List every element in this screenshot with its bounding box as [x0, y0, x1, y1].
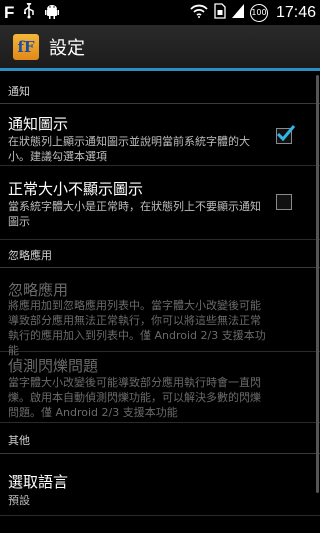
category-header: 其他 — [8, 434, 30, 447]
pref-title: 正常大小不顯示圖示 — [8, 180, 144, 198]
pref-notification-icon[interactable]: 通知圖示 在狀態列上顯示通知圖示並說明當前系統字體的大小。建議勾選本選項 — [0, 104, 320, 166]
clock: 17:46 — [275, 3, 316, 21]
app-notification-icon: F — [4, 2, 15, 22]
checkmark-icon — [276, 125, 296, 142]
pref-title: 選取語言 — [8, 473, 69, 491]
status-bar: F 100 17:46 — [0, 0, 320, 25]
wifi-icon — [190, 3, 208, 22]
preferences-list: 通知 通知圖示 在狀態列上顯示通知圖示並說明當前系統字體的大小。建議勾選本選項 … — [0, 71, 320, 533]
category-notification: 通知 — [0, 76, 320, 104]
sim-card-icon — [214, 2, 226, 23]
pref-title: 偵測閃爍問題 — [8, 357, 99, 375]
action-bar: fF 設定 — [0, 25, 320, 71]
app-logo-icon[interactable]: fF — [13, 33, 39, 60]
pref-summary: 將應用加到忽略應用列表中。當字體大小改變後可能導致部分應用無法正常執行，你可以將… — [8, 299, 266, 357]
category-header: 忽略應用 — [8, 249, 52, 262]
hide-when-normal-checkbox[interactable] — [276, 194, 292, 210]
pref-summary: 預設 — [8, 494, 30, 507]
battery-icon: 100 — [249, 3, 268, 22]
category-header: 通知 — [8, 85, 30, 98]
pref-summary: 當字體大小改變後可能導致部分應用執行時會一直閃爍。啟用本自動偵測閃爍功能，可以解… — [8, 376, 261, 419]
pref-hide-when-normal[interactable]: 正常大小不顯示圖示 當系統字體大小是正常時，在狀態列上不要顯示通知圖示 — [0, 166, 320, 240]
pref-select-language[interactable]: 選取語言 預設 — [0, 454, 320, 516]
pref-title: 忽略應用 — [8, 281, 69, 299]
pref-detect-flicker[interactable]: 偵測閃爍問題 當字體大小改變後可能導致部分應用執行時會一直閃爍。啟用本自動偵測閃… — [0, 352, 320, 423]
page-title: 設定 — [49, 37, 85, 59]
status-bar-system: 100 17:46 — [190, 2, 316, 23]
pref-title: 通知圖示 — [8, 115, 69, 133]
pref-summary: 當系統字體大小是正常時，在狀態列上不要顯示通知圖示 — [8, 200, 261, 228]
signal-icon — [231, 3, 244, 22]
usb-icon — [22, 1, 36, 23]
status-bar-notifications: F — [4, 1, 60, 23]
battery-level: 100 — [251, 8, 267, 17]
scrollbar[interactable] — [316, 75, 319, 493]
app-logo-text: fF — [17, 37, 35, 56]
pref-ignore-apps[interactable]: 忽略應用 將應用加到忽略應用列表中。當字體大小改變後可能導致部分應用無法正常執行… — [0, 268, 320, 357]
category-ignore-apps: 忽略應用 — [0, 240, 320, 268]
android-debug-icon — [44, 3, 60, 23]
category-other: 其他 — [0, 424, 320, 454]
notification-icon-checkbox[interactable] — [276, 125, 296, 144]
pref-summary: 在狀態列上顯示通知圖示並說明當前系統字體的大小。建議勾選本選項 — [8, 135, 250, 163]
